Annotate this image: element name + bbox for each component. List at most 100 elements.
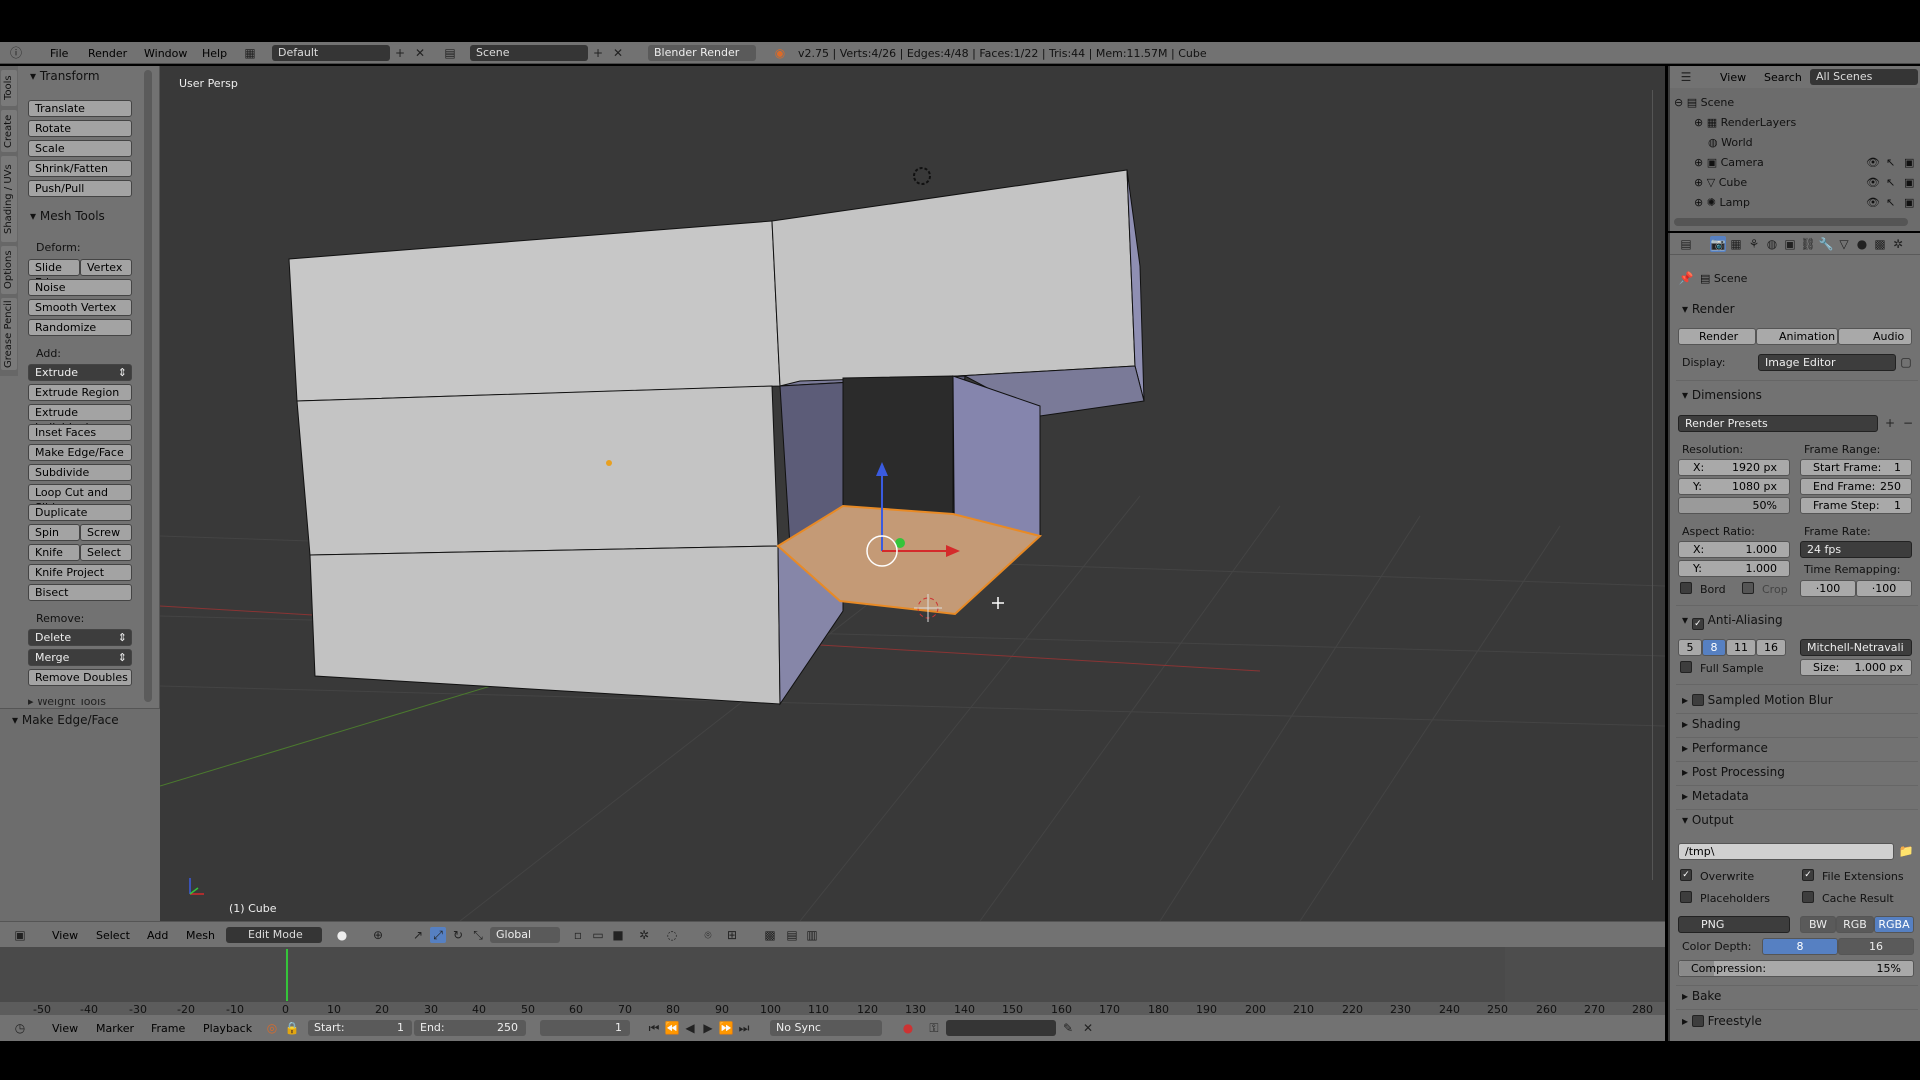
- freestyle-checkbox[interactable]: [1691, 1015, 1704, 1027]
- color-rgba-button[interactable]: RGBA: [1874, 916, 1914, 933]
- panel-mesh-tools-header[interactable]: ▾ Mesh Tools: [30, 209, 105, 223]
- remove-doubles-button[interactable]: Remove Doubles: [28, 669, 132, 686]
- tree-item-renderlayers[interactable]: ⊕ ▦ RenderLayers: [1694, 116, 1796, 129]
- menu-file[interactable]: File: [50, 47, 68, 60]
- extrude-region-button[interactable]: Extrude Region: [28, 384, 132, 401]
- menu-help[interactable]: Help: [202, 47, 227, 60]
- time-remap-new-field[interactable]: ·100: [1856, 580, 1912, 597]
- animation-button[interactable]: Animation: [1756, 328, 1838, 345]
- play-icon[interactable]: ▶: [700, 1020, 716, 1036]
- extrude-individual-button[interactable]: Extrude Individual: [28, 404, 132, 434]
- push-pull-button[interactable]: Push/Pull: [28, 180, 132, 197]
- render-panel-header[interactable]: ▾ Render: [1682, 302, 1735, 316]
- menu-render[interactable]: Render: [88, 47, 127, 60]
- aa-samples-5[interactable]: 5: [1678, 639, 1702, 656]
- render-engine-dropdown[interactable]: Blender Render: [648, 45, 756, 61]
- knife-button[interactable]: Knife: [28, 544, 80, 561]
- vertex-select-icon[interactable]: ▫: [570, 927, 586, 943]
- panel-weight-tools-header[interactable]: ▸ Weight Tools: [28, 699, 132, 707]
- start-frame-field[interactable]: Start Frame: 1: [1800, 459, 1912, 476]
- dimensions-panel-header[interactable]: ▾ Dimensions: [1682, 388, 1762, 402]
- current-frame-indicator[interactable]: [286, 949, 288, 1001]
- jump-end-icon[interactable]: ⏭: [736, 1020, 752, 1036]
- translate-button[interactable]: Translate: [28, 100, 132, 117]
- audio-button[interactable]: Audio: [1838, 328, 1912, 345]
- aspect-y-field[interactable]: Y: 1.000: [1678, 560, 1790, 577]
- knife-project-button[interactable]: Knife Project: [28, 564, 132, 581]
- render-tab-icon[interactable]: 📷: [1710, 236, 1726, 252]
- overwrite-checkbox[interactable]: ✓: [1680, 869, 1692, 881]
- rotate-button[interactable]: Rotate: [28, 120, 132, 137]
- duplicate-button[interactable]: Duplicate: [28, 504, 132, 521]
- delete-keyframe-icon[interactable]: ✕: [1080, 1020, 1096, 1036]
- 3d-viewport[interactable]: User Persp (1) Cube: [160, 66, 1665, 921]
- texture-tab-icon[interactable]: ▩: [1872, 236, 1888, 252]
- resolution-x-field[interactable]: X: 1920 px: [1678, 459, 1790, 476]
- visibility-eye-icon[interactable]: 👁: [1866, 196, 1880, 209]
- resolution-percentage-slider[interactable]: 50%: [1678, 497, 1790, 514]
- display-dropdown[interactable]: Image Editor: [1758, 354, 1896, 371]
- add-layout-icon[interactable]: +: [392, 45, 408, 61]
- color-depth-16-button[interactable]: 16: [1838, 938, 1914, 955]
- tree-item-cube[interactable]: ⊕ ▽ Cube: [1694, 176, 1747, 189]
- object-tab-icon[interactable]: ▣: [1782, 236, 1798, 252]
- anti-aliasing-panel-header[interactable]: ▾ ✓ Anti-Aliasing: [1682, 613, 1783, 630]
- current-frame-field[interactable]: 1: [540, 1020, 630, 1036]
- next-keyframe-icon[interactable]: ⏩: [718, 1020, 734, 1036]
- remove-scene-icon[interactable]: ✕: [610, 45, 626, 61]
- properties-region-edge[interactable]: [1652, 90, 1662, 880]
- frame-rate-dropdown[interactable]: 24 fps: [1800, 541, 1912, 558]
- snap-icon[interactable]: ⌾: [700, 927, 716, 943]
- panel-transform-header[interactable]: ▾ Transform: [30, 69, 100, 83]
- aa-samples-8[interactable]: 8: [1702, 639, 1726, 656]
- mode-dropdown[interactable]: Edit Mode: [226, 927, 322, 943]
- modifiers-tab-icon[interactable]: 🔧: [1818, 236, 1834, 252]
- pin-icon[interactable]: 📌: [1678, 270, 1694, 286]
- menu-playback[interactable]: Playback: [203, 1022, 252, 1035]
- render-anim-icon[interactable]: ▤: [784, 927, 800, 943]
- viewport-shading-icon[interactable]: ●: [334, 927, 350, 943]
- end-frame-field[interactable]: End: 250: [414, 1020, 526, 1036]
- menu-search[interactable]: Search: [1764, 71, 1802, 84]
- render-window-icon[interactable]: ▢: [1898, 354, 1914, 370]
- bisect-button[interactable]: Bisect: [28, 584, 132, 601]
- tree-item-camera[interactable]: ⊕ ▣ Camera: [1694, 156, 1764, 169]
- timeline-track[interactable]: [0, 947, 1505, 1002]
- resolution-y-field[interactable]: Y: 1080 px: [1678, 478, 1790, 495]
- snap-element-icon[interactable]: ⊞: [724, 927, 740, 943]
- time-remap-old-field[interactable]: ·100: [1800, 580, 1856, 597]
- folder-icon[interactable]: 📁: [1898, 843, 1914, 859]
- tab-options[interactable]: Options: [1, 246, 17, 294]
- world-tab-icon[interactable]: ◍: [1764, 236, 1780, 252]
- aa-size-field[interactable]: Size: 1.000 px: [1800, 659, 1912, 676]
- metadata-panel-header[interactable]: ▸ Metadata: [1682, 789, 1749, 803]
- play-reverse-icon[interactable]: ◀: [682, 1020, 698, 1036]
- smooth-vertex-button[interactable]: Smooth Vertex: [28, 299, 132, 316]
- menu-frame[interactable]: Frame: [151, 1022, 185, 1035]
- selectable-arrow-icon[interactable]: ↖: [1886, 156, 1895, 169]
- renderable-camera-icon[interactable]: ▣: [1904, 156, 1914, 169]
- bake-panel-header[interactable]: ▸ Bake: [1682, 989, 1721, 1003]
- end-frame-field[interactable]: End Frame: 250: [1800, 478, 1912, 495]
- shrink-fatten-button[interactable]: Shrink/Fatten: [28, 160, 132, 177]
- render-presets-dropdown[interactable]: Render Presets: [1678, 415, 1878, 432]
- scene-selector[interactable]: Scene: [470, 45, 588, 61]
- manipulator-rotate-icon[interactable]: ↻: [450, 927, 466, 943]
- tree-item-world[interactable]: ◍ World: [1708, 136, 1753, 149]
- post-processing-panel-header[interactable]: ▸ Post Processing: [1682, 765, 1785, 779]
- timeline-area[interactable]: -50 -40 -30 -20 -10 0 10 20 30 40 50 60 …: [0, 947, 1665, 1016]
- layout-grid-icon[interactable]: ▦: [242, 45, 258, 61]
- tab-grease-pencil[interactable]: Grease Pencil: [1, 298, 17, 370]
- scale-button[interactable]: Scale: [28, 140, 132, 157]
- full-sample-checkbox[interactable]: [1680, 661, 1692, 673]
- render-button[interactable]: Render: [1678, 328, 1756, 345]
- aa-samples-16[interactable]: 16: [1756, 639, 1786, 656]
- knife-select-button[interactable]: Select: [80, 544, 132, 561]
- render-opengl-icon[interactable]: ▩: [762, 927, 778, 943]
- visibility-eye-icon[interactable]: 👁: [1866, 156, 1880, 169]
- render-layers-tab-icon[interactable]: ▦: [1728, 236, 1744, 252]
- use-preview-range-icon[interactable]: ◎: [264, 1020, 280, 1036]
- data-tab-icon[interactable]: ▽: [1836, 236, 1852, 252]
- output-panel-header[interactable]: ▾ Output: [1682, 813, 1734, 827]
- make-edge-face-button[interactable]: Make Edge/Face: [28, 444, 132, 461]
